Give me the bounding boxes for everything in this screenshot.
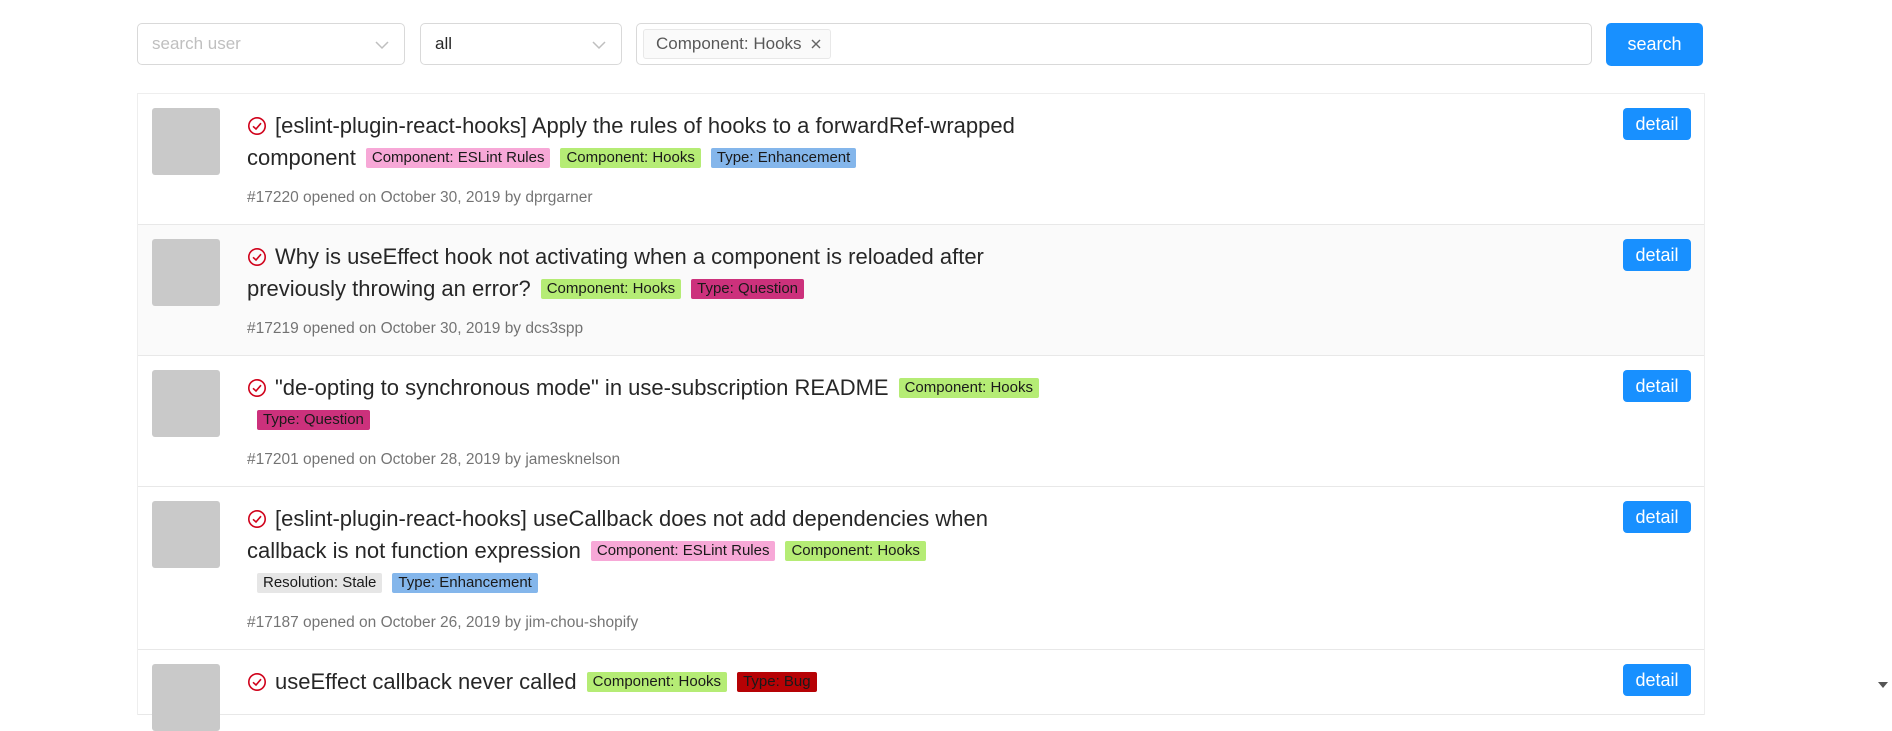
close-icon[interactable] [810, 38, 822, 50]
issue-label: Type: Enhancement [392, 573, 538, 593]
issue-label: Component: Hooks [785, 541, 926, 561]
detail-button[interactable]: detail [1623, 664, 1691, 696]
issue-label: Type: Enhancement [710, 148, 857, 168]
detail-button[interactable]: detail [1623, 501, 1691, 533]
chevron-down-icon [592, 41, 606, 50]
issue-closed-icon [247, 113, 267, 135]
label-filter-input[interactable]: Component: Hooks [636, 23, 1592, 65]
issue-label: Type: Question [257, 410, 370, 430]
issue-item: "de-opting to synchronous mode" in use-s… [138, 356, 1704, 487]
avatar [152, 239, 220, 306]
issue-content: [eslint-plugin-react-hooks] useCallback … [247, 487, 1047, 649]
issue-title: "de-opting to synchronous mode" in use-s… [247, 372, 1047, 436]
state-select[interactable]: all [420, 23, 622, 65]
user-search-placeholder: search user [152, 34, 241, 53]
detail-button[interactable]: detail [1623, 370, 1691, 402]
detail-button[interactable]: detail [1623, 108, 1691, 140]
issue-label: Component: ESLint Rules [365, 148, 551, 168]
avatar [152, 370, 220, 437]
issue-label: Type: Bug [737, 672, 817, 692]
issue-closed-icon [247, 669, 267, 691]
page-scrollbar[interactable] [1875, 0, 1892, 694]
issue-title: [eslint-plugin-react-hooks] Apply the ru… [247, 110, 1047, 174]
issue-item: [eslint-plugin-react-hooks] useCallback … [138, 487, 1704, 650]
issue-label: Component: ESLint Rules [590, 541, 776, 561]
detail-button[interactable]: detail [1623, 239, 1691, 271]
filter-toolbar: search user all Component: Hooks search [0, 0, 1892, 90]
avatar [152, 664, 220, 731]
issue-closed-icon [247, 244, 267, 266]
user-search-select[interactable]: search user [137, 23, 405, 65]
issue-content: "de-opting to synchronous mode" in use-s… [247, 356, 1047, 486]
issue-meta: #17220 opened on October 30, 2019 by dpr… [247, 189, 593, 206]
issue-label: Component: Hooks [540, 279, 682, 299]
issue-meta: #17187 opened on October 26, 2019 by jim… [247, 614, 639, 631]
issue-content: useEffect callback never called Component… [247, 650, 1047, 714]
search-button[interactable]: search [1606, 23, 1703, 66]
issue-content: [eslint-plugin-react-hooks] Apply the ru… [247, 94, 1047, 224]
issue-closed-icon [247, 375, 267, 397]
avatar [152, 501, 220, 568]
issue-label: Component: Hooks [560, 148, 701, 168]
issue-item: Why is useEffect hook not activating whe… [138, 225, 1704, 356]
issue-title: useEffect callback never called Component… [247, 666, 1047, 698]
issue-item: useEffect callback never called Component… [138, 650, 1704, 731]
label-filter-chip: Component: Hooks [643, 29, 831, 59]
issue-meta: #17201 opened on October 28, 2019 by jam… [247, 451, 621, 468]
issue-label: Component: Hooks [586, 672, 728, 692]
issue-label: Type: Question [691, 279, 805, 299]
state-select-value: all [435, 34, 453, 53]
issue-item: [eslint-plugin-react-hooks] Apply the ru… [138, 94, 1704, 225]
scroll-down-arrow-icon[interactable] [1878, 682, 1888, 688]
issue-title-text: "de-opting to synchronous mode" in use-s… [275, 375, 889, 400]
label-filter-chip-text: Component: Hooks [656, 34, 802, 53]
issue-label: Component: Hooks [898, 378, 1039, 398]
issue-meta: #17219 opened on October 30, 2019 by dcs… [247, 320, 584, 337]
issue-content: Why is useEffect hook not activating whe… [247, 225, 1047, 355]
issue-title: Why is useEffect hook not activating whe… [247, 241, 1047, 305]
issue-label: Resolution: Stale [257, 573, 383, 593]
issue-title-text: useEffect callback never called [275, 669, 577, 694]
avatar [152, 108, 220, 175]
issue-list: [eslint-plugin-react-hooks] Apply the ru… [137, 93, 1705, 731]
chevron-down-icon [375, 41, 389, 50]
issue-closed-icon [247, 506, 267, 528]
issue-title: [eslint-plugin-react-hooks] useCallback … [247, 503, 1047, 599]
